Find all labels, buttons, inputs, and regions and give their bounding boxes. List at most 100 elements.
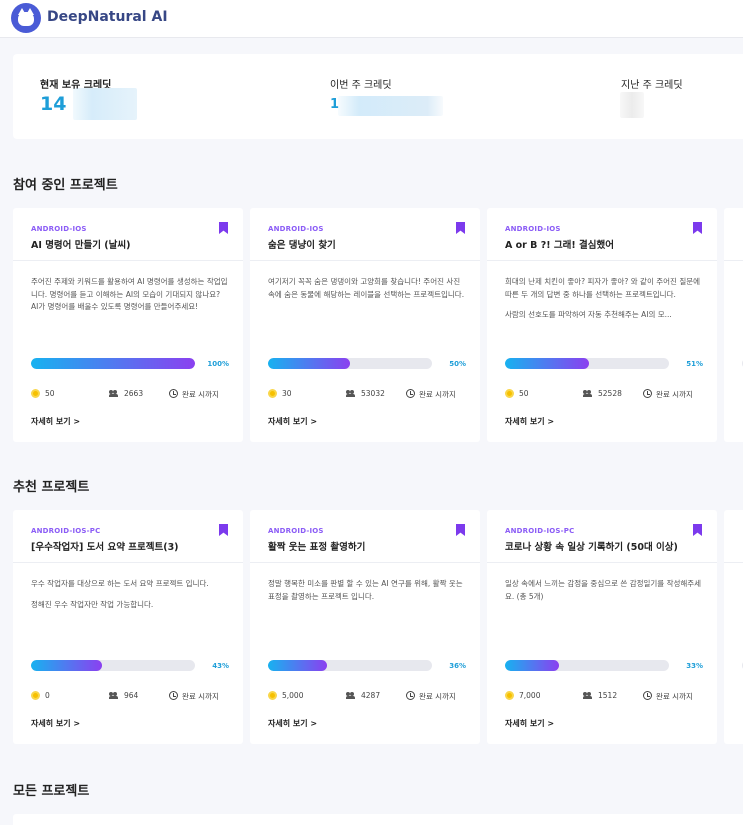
coin-icon <box>505 691 514 700</box>
view-more-link[interactable]: 자세히 보기 > <box>268 416 317 427</box>
project-card[interactable] <box>724 510 743 744</box>
divider <box>724 562 743 563</box>
participants-icon <box>583 692 592 699</box>
participants-icon <box>346 692 355 699</box>
project-stats: 50 2663 완료 시까지 <box>31 389 231 399</box>
view-more-link[interactable]: 자세히 보기 > <box>31 718 80 729</box>
view-more-link[interactable]: 자세히 보기 > <box>268 718 317 729</box>
progress-bar <box>505 358 669 369</box>
description-paragraph: 주어진 주제와 키워드를 활용하여 AI 명령어를 생성하는 작업입니다. 명령… <box>31 277 228 311</box>
progress-percent: 36% <box>449 662 466 670</box>
progress-fill <box>31 358 195 369</box>
progress-percent: 100% <box>207 360 229 368</box>
project-title: [우수작업자] 도서 요약 프로젝트(3) <box>31 542 179 553</box>
bookmark-icon[interactable] <box>219 222 228 234</box>
blurred-value <box>620 92 644 118</box>
deadline-text: 완료 시까지 <box>419 390 456 399</box>
progress-percent: 51% <box>686 360 703 368</box>
view-more-link[interactable]: 자세히 보기 > <box>31 416 80 427</box>
credit-summary: 현재 보유 크레딧 14 이번 주 크레딧 1 지난 주 크레딧 <box>13 54 743 139</box>
project-card[interactable]: ANDROID-IOS-PC 코로나 상황 속 일상 기록하기 (50대 이상)… <box>487 510 717 744</box>
bookmark-icon[interactable] <box>219 524 228 536</box>
participants-count: 53032 <box>361 389 385 398</box>
coin-icon <box>31 389 40 398</box>
project-card[interactable]: ANDROID-IOS AI 명령어 만들기 (날씨) 주어진 주제와 키워드를… <box>13 208 243 442</box>
project-card[interactable]: ANDROID-IOS-PC [우수작업자] 도서 요약 프로젝트(3) 우수 … <box>13 510 243 744</box>
progress-percent: 43% <box>212 662 229 670</box>
platform-label: ANDROID-IOS <box>505 225 561 233</box>
project-card[interactable]: ANDROID-IOS 숨은 댕냥이 찾기 여기저기 꼭꼭 숨은 댕댕이와 고양… <box>250 208 480 442</box>
last-week-credit-label: 지난 주 크레딧 <box>621 80 683 91</box>
top-bar: DeepNatural AI <box>0 0 743 38</box>
project-title: 숨은 댕냥이 찾기 <box>268 240 336 251</box>
deadline-text: 완료 시까지 <box>182 692 219 701</box>
clock-icon <box>643 389 652 398</box>
reward-value: 50 <box>519 389 529 398</box>
bookmark-icon[interactable] <box>693 222 702 234</box>
progress-bar <box>31 358 195 369</box>
project-description: 정말 행복한 미소를 판별 할 수 있는 AI 연구를 위해, 활짝 웃는 표정… <box>268 578 466 603</box>
this-week-credit-label: 이번 주 크레딧 <box>330 80 392 91</box>
clock-icon <box>406 691 415 700</box>
divider <box>250 562 480 563</box>
deadline-text: 완료 시까지 <box>656 390 693 399</box>
progress-fill <box>505 358 589 369</box>
project-title: A or B ?! 그래! 결심했어 <box>505 240 614 251</box>
bookmark-icon[interactable] <box>456 222 465 234</box>
project-card[interactable] <box>724 208 743 442</box>
app-name[interactable]: DeepNatural AI <box>47 9 168 25</box>
participants-icon <box>109 692 118 699</box>
project-title: 코로나 상황 속 일상 기록하기 (50대 이상) <box>505 542 678 553</box>
participants-count: 4287 <box>361 691 381 700</box>
participants-count: 1512 <box>598 691 618 700</box>
participants-count: 964 <box>124 691 139 700</box>
coin-icon <box>31 691 40 700</box>
project-stats: 50 52528 완료 시까지 <box>505 389 705 399</box>
deadline-text: 완료 시까지 <box>419 692 456 701</box>
description-paragraph: 정말 행복한 미소를 판별 할 수 있는 AI 연구를 위해, 활짝 웃는 표정… <box>268 579 463 601</box>
platform-label: ANDROID-IOS <box>268 527 324 535</box>
progress-fill <box>505 660 560 671</box>
project-stats: 5,000 4287 완료 시까지 <box>268 691 468 701</box>
project-stats: 30 53032 완료 시까지 <box>268 389 468 399</box>
coin-icon <box>268 389 277 398</box>
description-paragraph: 여기저기 꼭꼭 숨은 댕댕이와 고양희를 찾습니다! 주어진 사진 속에 숨은 … <box>268 277 465 299</box>
section-title-all: 모든 프로젝트 <box>13 784 90 799</box>
progress-bar <box>505 660 669 671</box>
participants-icon <box>583 390 592 397</box>
view-more-link[interactable]: 자세히 보기 > <box>505 718 554 729</box>
deadline-text: 완료 시까지 <box>182 390 219 399</box>
participants-count: 52528 <box>598 389 622 398</box>
divider <box>13 562 243 563</box>
logo-cat-icon[interactable] <box>11 3 41 33</box>
reward-value: 7,000 <box>519 691 541 700</box>
reward-value: 50 <box>45 389 55 398</box>
all-projects-list <box>13 814 743 825</box>
project-card[interactable]: ANDROID-IOS A or B ?! 그래! 결심했어 희대의 난제 치킨… <box>487 208 717 442</box>
platform-label: ANDROID-IOS-PC <box>505 527 575 535</box>
project-description: 우수 작업자를 대상으로 하는 도서 요약 프로젝트 입니다. 정해진 우수 작업… <box>31 578 229 611</box>
deadline-text: 완료 시까지 <box>656 692 693 701</box>
project-card[interactable]: ANDROID-IOS 활짝 웃는 표정 촬영하기 정말 행복한 미소를 판별 … <box>250 510 480 744</box>
participants-icon <box>346 390 355 397</box>
description-paragraph: 우수 작업자를 대상으로 하는 도서 요약 프로젝트 입니다. <box>31 579 209 588</box>
divider <box>487 562 717 563</box>
project-title: 활짝 웃는 표정 촬영하기 <box>268 542 366 553</box>
platform-label: ANDROID-IOS <box>268 225 324 233</box>
section-title-recommended: 추천 프로젝트 <box>13 480 90 495</box>
bookmark-icon[interactable] <box>693 524 702 536</box>
project-title: AI 명령어 만들기 (날씨) <box>31 240 131 251</box>
participants-count: 2663 <box>124 389 144 398</box>
description-paragraph: 사람의 선호도를 파악하여 자동 추천해주는 AI의 모... <box>505 310 672 319</box>
blurred-value <box>73 88 137 120</box>
bookmark-icon[interactable] <box>456 524 465 536</box>
view-more-link[interactable]: 자세히 보기 > <box>505 416 554 427</box>
project-description: 여기저기 꼭꼭 숨은 댕댕이와 고양희를 찾습니다! 주어진 사진 속에 숨은 … <box>268 276 466 301</box>
blurred-value <box>338 96 443 116</box>
reward-value: 0 <box>45 691 50 700</box>
description-paragraph: 정해진 우수 작업자만 작업 가능합니다. <box>31 599 154 609</box>
coin-icon <box>268 691 277 700</box>
last-week-credit: 지난 주 크레딧 <box>621 76 683 91</box>
description-paragraph: 일상 속에서 느끼는 감정을 중심으로 쓴 감정일기를 작성해주세요. (총 5… <box>505 579 702 601</box>
clock-icon <box>169 691 178 700</box>
